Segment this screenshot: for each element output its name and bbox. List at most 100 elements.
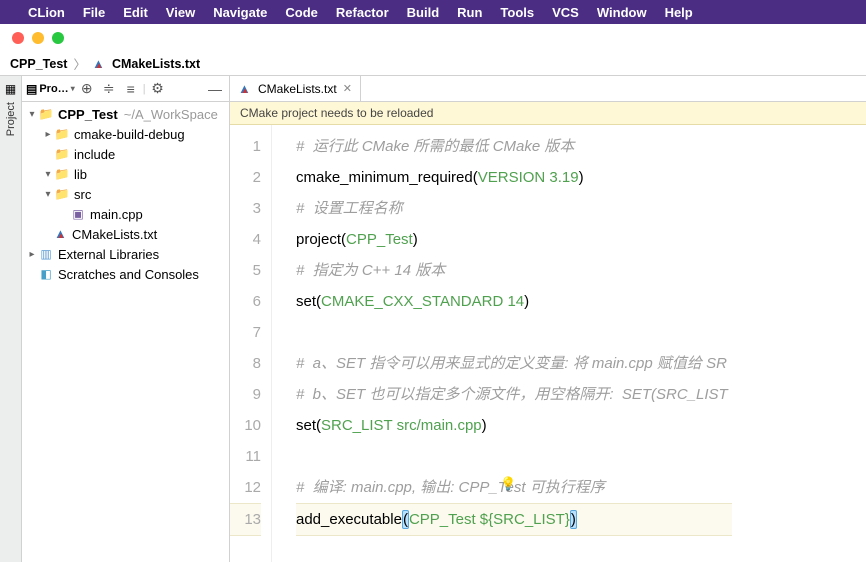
- cmake-file-icon: [54, 227, 68, 241]
- folder-icon: 📁: [38, 106, 54, 122]
- menu-item-refactor[interactable]: Refactor: [336, 5, 389, 20]
- tree-item-external-libraries[interactable]: ▸ ▥ External Libraries: [22, 244, 229, 264]
- tool-window-stripe: ▦ Project: [0, 76, 22, 562]
- menu-app-name[interactable]: CLion: [28, 5, 65, 20]
- intention-bulb-icon[interactable]: 💡: [500, 468, 516, 499]
- line-number: 7: [230, 317, 261, 348]
- tree-item-label: CPP_Test: [58, 107, 118, 122]
- line-number: 1: [230, 131, 261, 162]
- library-icon: ▥: [38, 246, 54, 262]
- code-line[interactable]: set(SRC_LIST src/main.cpp): [296, 410, 732, 441]
- line-number: 8: [230, 348, 261, 379]
- window-minimize-button[interactable]: [32, 32, 44, 44]
- code-line[interactable]: project(CPP_Test): [296, 224, 732, 255]
- settings-gear-icon[interactable]: ⚙: [148, 79, 168, 99]
- menu-item-build[interactable]: Build: [407, 5, 440, 20]
- cmake-file-icon: [92, 57, 106, 71]
- menu-item-run[interactable]: Run: [457, 5, 482, 20]
- tree-item-cmake-build-debug[interactable]: ▸ 📁 cmake-build-debug: [22, 124, 229, 144]
- line-number: 13: [230, 503, 261, 536]
- select-opened-file-icon[interactable]: ⊕: [77, 79, 97, 99]
- tree-item-lib[interactable]: ▾ 📁 lib: [22, 164, 229, 184]
- tree-project-root[interactable]: ▾ 📁 CPP_Test ~/A_WorkSpace: [22, 104, 229, 124]
- tree-item-main-cpp[interactable]: ▣ main.cpp: [22, 204, 229, 224]
- project-toolbar: ▤ Pro… ▾ ⊕ ≑ ≡ | ⚙ —: [22, 76, 229, 102]
- code-line[interactable]: [296, 317, 732, 348]
- tree-item-label: Scratches and Consoles: [58, 267, 199, 282]
- tree-item-label: CMakeLists.txt: [72, 227, 157, 242]
- close-tab-icon[interactable]: ✕: [343, 82, 352, 95]
- menu-item-file[interactable]: File: [83, 5, 105, 20]
- code-line[interactable]: add_executable(CPP_Test ${SRC_LIST}): [296, 503, 732, 536]
- line-number: 6: [230, 286, 261, 317]
- tree-path-suffix: ~/A_WorkSpace: [124, 107, 218, 122]
- project-tree: ▾ 📁 CPP_Test ~/A_WorkSpace ▸ 📁 cmake-bui…: [22, 102, 229, 562]
- code-line[interactable]: # b、SET 也可以指定多个源文件，用空格隔开: SET(SRC_LIST: [296, 379, 732, 410]
- line-number: 9: [230, 379, 261, 410]
- project-toolwindow-icon[interactable]: ▦: [5, 82, 16, 96]
- tree-item-label: include: [74, 147, 115, 162]
- line-number: 5: [230, 255, 261, 286]
- scratches-icon: ◧: [38, 266, 54, 282]
- menu-item-tools[interactable]: Tools: [500, 5, 534, 20]
- menu-item-window[interactable]: Window: [597, 5, 647, 20]
- expand-all-icon[interactable]: ≑: [99, 79, 119, 99]
- folder-icon: 📁: [54, 146, 70, 162]
- breadcrumb-root[interactable]: CPP_Test: [10, 57, 67, 71]
- expand-toggle-icon[interactable]: ▾: [42, 169, 54, 180]
- window-zoom-button[interactable]: [52, 32, 64, 44]
- collapse-all-icon[interactable]: ≡: [121, 79, 141, 99]
- line-number: 10: [230, 410, 261, 441]
- tree-item-cmakelists[interactable]: CMakeLists.txt: [22, 224, 229, 244]
- line-number-gutter: 12345678910111213: [230, 125, 272, 562]
- expand-toggle-icon[interactable]: ▾: [26, 109, 38, 120]
- code-line[interactable]: # 设置工程名称: [296, 193, 732, 224]
- menu-item-code[interactable]: Code: [285, 5, 318, 20]
- code-line[interactable]: # 运行此 CMake 所需的最低 CMake 版本: [296, 131, 732, 162]
- menu-item-edit[interactable]: Edit: [123, 5, 148, 20]
- project-tool-window: ▤ Pro… ▾ ⊕ ≑ ≡ | ⚙ — ▾ 📁 CPP_Test ~/A_Wo…: [22, 76, 230, 562]
- tree-item-label: cmake-build-debug: [74, 127, 185, 142]
- code-line[interactable]: # a、SET 指令可以用来显式的定义变量: 将 main.cpp 赋值给 SR: [296, 348, 732, 379]
- menu-item-help[interactable]: Help: [665, 5, 693, 20]
- tree-item-src[interactable]: ▾ 📁 src: [22, 184, 229, 204]
- line-number: 12: [230, 472, 261, 503]
- tree-item-include[interactable]: 📁 include: [22, 144, 229, 164]
- editor-area: CMakeLists.txt ✕ CMake project needs to …: [230, 76, 866, 562]
- editor-tab-label: CMakeLists.txt: [258, 82, 337, 96]
- expand-toggle-icon[interactable]: ▸: [42, 129, 54, 140]
- navigation-bar: CPP_Test 〉 CMakeLists.txt: [0, 52, 866, 76]
- window-close-button[interactable]: [12, 32, 24, 44]
- code-line[interactable]: cmake_minimum_required(VERSION 3.19): [296, 162, 732, 193]
- breadcrumb-file[interactable]: CMakeLists.txt: [112, 57, 200, 71]
- editor-tabs: CMakeLists.txt ✕: [230, 76, 866, 102]
- project-view-selector[interactable]: ▤ Pro… ▾: [26, 82, 75, 96]
- editor-tab-cmakelists[interactable]: CMakeLists.txt ✕: [230, 76, 361, 101]
- tree-item-label: src: [74, 187, 91, 202]
- line-number: 3: [230, 193, 261, 224]
- expand-toggle-icon[interactable]: ▾: [42, 189, 54, 200]
- code-editor[interactable]: 12345678910111213 # 运行此 CMake 所需的最低 CMak…: [230, 125, 866, 562]
- menu-item-vcs[interactable]: VCS: [552, 5, 579, 20]
- folder-icon: 📁: [54, 186, 70, 202]
- project-toolwindow-label[interactable]: Project: [5, 102, 17, 136]
- folder-icon: 📁: [54, 166, 70, 182]
- hide-toolwindow-icon[interactable]: —: [205, 79, 225, 99]
- mac-menubar: CLion File Edit View Navigate Code Refac…: [0, 0, 866, 24]
- tree-item-scratches[interactable]: ◧ Scratches and Consoles: [22, 264, 229, 284]
- code-line[interactable]: set(CMAKE_CXX_STANDARD 14): [296, 286, 732, 317]
- expand-toggle-icon[interactable]: ▸: [26, 249, 38, 260]
- line-number: 11: [230, 441, 261, 472]
- folder-icon: 📁: [54, 126, 70, 142]
- tree-item-label: main.cpp: [90, 207, 143, 222]
- code-body[interactable]: # 运行此 CMake 所需的最低 CMake 版本cmake_minimum_…: [272, 125, 732, 562]
- window-controls: [0, 24, 866, 52]
- chevron-right-icon: 〉: [73, 54, 86, 73]
- tree-item-label: lib: [74, 167, 87, 182]
- line-number: 4: [230, 224, 261, 255]
- menu-item-navigate[interactable]: Navigate: [213, 5, 267, 20]
- editor-notification-banner[interactable]: CMake project needs to be reloaded: [230, 102, 866, 125]
- menu-item-view[interactable]: View: [166, 5, 195, 20]
- code-line[interactable]: # 指定为 C++ 14 版本: [296, 255, 732, 286]
- cpp-file-icon: ▣: [70, 206, 86, 222]
